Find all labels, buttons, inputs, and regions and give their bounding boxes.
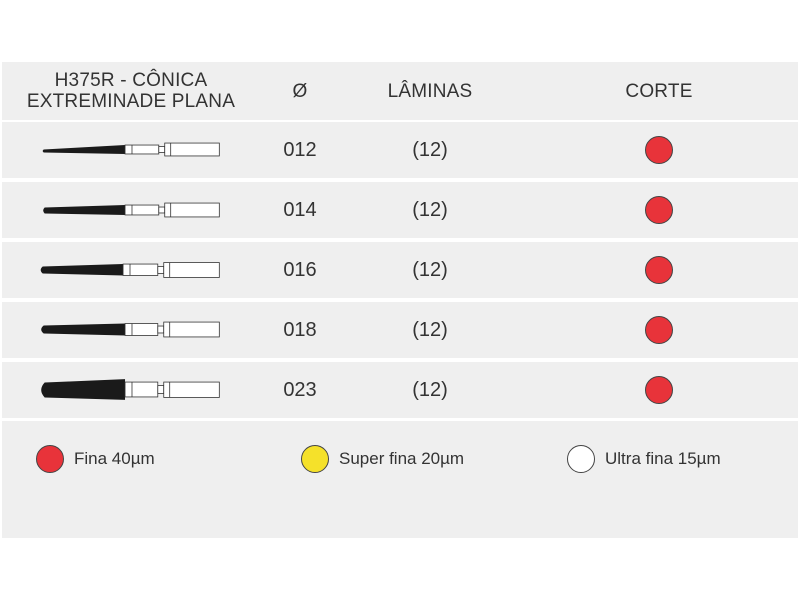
diameter-header: Ø (292, 80, 308, 102)
table-row: 023 (12) (2, 362, 798, 418)
legend-label: Super fina 20µm (339, 449, 465, 468)
blades-header: LÂMINAS (387, 80, 473, 102)
bur-image (2, 302, 260, 358)
diameter-value: 014 (283, 198, 317, 221)
legend-label: Fina 40µm (74, 449, 155, 468)
cut-header: CORTE (625, 80, 693, 102)
blades-value: (12) (412, 318, 448, 341)
yellow-dot-icon (301, 445, 329, 473)
table-row: 018 (12) (2, 302, 798, 358)
bur-018-icon (41, 321, 220, 338)
cut-indicator (520, 302, 798, 358)
bur-image (2, 122, 260, 178)
legend-label: Ultra fina 15µm (605, 449, 721, 468)
blades-value: (12) (412, 198, 448, 221)
diameter-value: 016 (283, 258, 317, 281)
bur-image (2, 182, 260, 238)
cut-dot-icon (645, 376, 673, 404)
bur-image (2, 242, 260, 298)
legend-item-fina: Fina 40µm (36, 445, 155, 473)
table-header: H375R - CÔNICA EXTREMINADE PLANA Ø LÂMIN… (2, 62, 798, 120)
legend-item-ultra-fina: Ultra fina 15µm (567, 445, 721, 473)
red-dot-icon (36, 445, 64, 473)
cut-dot-icon (645, 136, 673, 164)
cut-indicator (520, 362, 798, 418)
white-dot-icon (567, 445, 595, 473)
blades-value: (12) (412, 378, 448, 401)
diameter-value: 023 (283, 378, 317, 401)
diameter-value: 012 (283, 138, 317, 161)
table-row: 012 (12) (2, 122, 798, 178)
blades-value: (12) (412, 138, 448, 161)
table-row: 014 (12) (2, 182, 798, 238)
cut-legend: Fina 40µm Super fina 20µm Ultra fina 15µ… (2, 421, 798, 538)
cut-indicator (520, 242, 798, 298)
table-row: 016 (12) (2, 242, 798, 298)
cut-dot-icon (645, 196, 673, 224)
cut-indicator (520, 122, 798, 178)
diameter-value: 018 (283, 318, 317, 341)
bur-016-icon (40, 262, 220, 278)
product-name-line2: EXTREMINADE PLANA (26, 91, 236, 112)
product-header: H375R - CÔNICA EXTREMINADE PLANA (2, 62, 260, 120)
legend-item-super-fina: Super fina 20µm (301, 445, 464, 473)
cut-indicator (520, 182, 798, 238)
bur-014-icon (43, 202, 220, 218)
cut-dot-icon (645, 316, 673, 344)
product-name-line1: H375R - CÔNICA (54, 70, 208, 91)
bur-012-icon (42, 142, 220, 157)
blades-value: (12) (412, 258, 448, 281)
bur-023-icon (41, 379, 220, 400)
bur-image (2, 362, 260, 418)
cut-dot-icon (645, 256, 673, 284)
